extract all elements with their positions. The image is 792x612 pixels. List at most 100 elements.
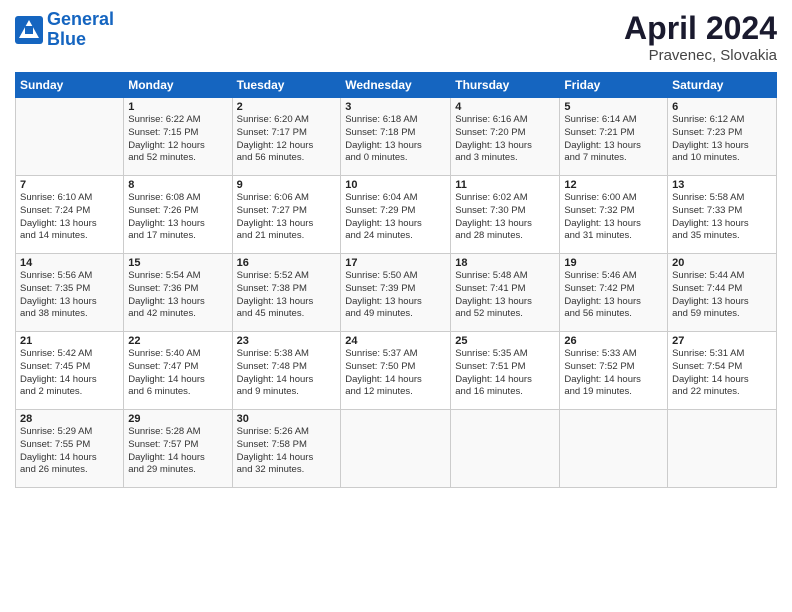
day-cell: 16Sunrise: 5:52 AM Sunset: 7:38 PM Dayli… [232,254,341,332]
day-number: 2 [237,101,337,113]
day-cell: 6Sunrise: 6:12 AM Sunset: 7:23 PM Daylig… [668,98,777,176]
day-cell [560,410,668,488]
day-cell: 20Sunrise: 5:44 AM Sunset: 7:44 PM Dayli… [668,254,777,332]
day-number: 30 [237,413,337,425]
day-number: 21 [20,335,119,347]
week-row: 14Sunrise: 5:56 AM Sunset: 7:35 PM Dayli… [16,254,777,332]
day-info: Sunrise: 5:33 AM Sunset: 7:52 PM Dayligh… [564,348,663,399]
day-info: Sunrise: 5:46 AM Sunset: 7:42 PM Dayligh… [564,270,663,321]
day-cell: 21Sunrise: 5:42 AM Sunset: 7:45 PM Dayli… [16,332,124,410]
logo-line2: Blue [47,29,86,49]
day-cell: 26Sunrise: 5:33 AM Sunset: 7:52 PM Dayli… [560,332,668,410]
day-cell: 11Sunrise: 6:02 AM Sunset: 7:30 PM Dayli… [451,176,560,254]
week-row: 7Sunrise: 6:10 AM Sunset: 7:24 PM Daylig… [16,176,777,254]
day-cell: 10Sunrise: 6:04 AM Sunset: 7:29 PM Dayli… [341,176,451,254]
day-cell: 14Sunrise: 5:56 AM Sunset: 7:35 PM Dayli… [16,254,124,332]
day-cell: 3Sunrise: 6:18 AM Sunset: 7:18 PM Daylig… [341,98,451,176]
day-info: Sunrise: 6:02 AM Sunset: 7:30 PM Dayligh… [455,192,555,243]
day-number: 8 [128,179,227,191]
day-number: 3 [345,101,446,113]
header-day: Wednesday [341,73,451,98]
day-number: 17 [345,257,446,269]
day-info: Sunrise: 6:14 AM Sunset: 7:21 PM Dayligh… [564,114,663,165]
day-cell: 18Sunrise: 5:48 AM Sunset: 7:41 PM Dayli… [451,254,560,332]
week-row: 1Sunrise: 6:22 AM Sunset: 7:15 PM Daylig… [16,98,777,176]
day-info: Sunrise: 5:29 AM Sunset: 7:55 PM Dayligh… [20,426,119,477]
day-info: Sunrise: 6:16 AM Sunset: 7:20 PM Dayligh… [455,114,555,165]
day-cell: 9Sunrise: 6:06 AM Sunset: 7:27 PM Daylig… [232,176,341,254]
logo: General Blue [15,10,114,50]
day-cell: 24Sunrise: 5:37 AM Sunset: 7:50 PM Dayli… [341,332,451,410]
calendar-table: SundayMondayTuesdayWednesdayThursdayFrid… [15,72,777,488]
day-number: 7 [20,179,119,191]
header-day: Thursday [451,73,560,98]
header: General Blue April 2024 Pravenec, Slovak… [15,10,777,64]
day-info: Sunrise: 5:50 AM Sunset: 7:39 PM Dayligh… [345,270,446,321]
day-number: 9 [237,179,337,191]
day-number: 1 [128,101,227,113]
day-info: Sunrise: 5:58 AM Sunset: 7:33 PM Dayligh… [672,192,772,243]
day-cell: 28Sunrise: 5:29 AM Sunset: 7:55 PM Dayli… [16,410,124,488]
day-cell: 4Sunrise: 6:16 AM Sunset: 7:20 PM Daylig… [451,98,560,176]
day-cell: 30Sunrise: 5:26 AM Sunset: 7:58 PM Dayli… [232,410,341,488]
day-info: Sunrise: 5:44 AM Sunset: 7:44 PM Dayligh… [672,270,772,321]
day-number: 28 [20,413,119,425]
day-number: 18 [455,257,555,269]
day-number: 6 [672,101,772,113]
day-number: 5 [564,101,663,113]
day-number: 13 [672,179,772,191]
day-cell: 17Sunrise: 5:50 AM Sunset: 7:39 PM Dayli… [341,254,451,332]
day-info: Sunrise: 6:22 AM Sunset: 7:15 PM Dayligh… [128,114,227,165]
day-number: 26 [564,335,663,347]
day-info: Sunrise: 6:04 AM Sunset: 7:29 PM Dayligh… [345,192,446,243]
day-info: Sunrise: 5:26 AM Sunset: 7:58 PM Dayligh… [237,426,337,477]
day-cell: 29Sunrise: 5:28 AM Sunset: 7:57 PM Dayli… [124,410,232,488]
calendar-page: General Blue April 2024 Pravenec, Slovak… [0,0,792,612]
day-cell [16,98,124,176]
header-day: Saturday [668,73,777,98]
day-number: 19 [564,257,663,269]
day-number: 27 [672,335,772,347]
day-info: Sunrise: 5:52 AM Sunset: 7:38 PM Dayligh… [237,270,337,321]
header-day: Tuesday [232,73,341,98]
day-info: Sunrise: 5:37 AM Sunset: 7:50 PM Dayligh… [345,348,446,399]
day-cell: 2Sunrise: 6:20 AM Sunset: 7:17 PM Daylig… [232,98,341,176]
day-number: 24 [345,335,446,347]
week-row: 28Sunrise: 5:29 AM Sunset: 7:55 PM Dayli… [16,410,777,488]
day-cell: 27Sunrise: 5:31 AM Sunset: 7:54 PM Dayli… [668,332,777,410]
day-cell: 15Sunrise: 5:54 AM Sunset: 7:36 PM Dayli… [124,254,232,332]
day-number: 29 [128,413,227,425]
week-row: 21Sunrise: 5:42 AM Sunset: 7:45 PM Dayli… [16,332,777,410]
day-number: 10 [345,179,446,191]
logo-line1: General [47,9,114,29]
day-info: Sunrise: 5:35 AM Sunset: 7:51 PM Dayligh… [455,348,555,399]
day-info: Sunrise: 6:00 AM Sunset: 7:32 PM Dayligh… [564,192,663,243]
day-info: Sunrise: 5:56 AM Sunset: 7:35 PM Dayligh… [20,270,119,321]
day-cell: 13Sunrise: 5:58 AM Sunset: 7:33 PM Dayli… [668,176,777,254]
day-number: 25 [455,335,555,347]
day-cell: 22Sunrise: 5:40 AM Sunset: 7:47 PM Dayli… [124,332,232,410]
header-day: Friday [560,73,668,98]
day-cell: 12Sunrise: 6:00 AM Sunset: 7:32 PM Dayli… [560,176,668,254]
day-cell: 7Sunrise: 6:10 AM Sunset: 7:24 PM Daylig… [16,176,124,254]
header-day: Sunday [16,73,124,98]
day-cell: 1Sunrise: 6:22 AM Sunset: 7:15 PM Daylig… [124,98,232,176]
day-info: Sunrise: 5:31 AM Sunset: 7:54 PM Dayligh… [672,348,772,399]
day-info: Sunrise: 6:18 AM Sunset: 7:18 PM Dayligh… [345,114,446,165]
logo-text: General Blue [47,10,114,50]
day-info: Sunrise: 5:48 AM Sunset: 7:41 PM Dayligh… [455,270,555,321]
day-cell: 23Sunrise: 5:38 AM Sunset: 7:48 PM Dayli… [232,332,341,410]
day-number: 12 [564,179,663,191]
day-cell [451,410,560,488]
day-info: Sunrise: 6:10 AM Sunset: 7:24 PM Dayligh… [20,192,119,243]
day-number: 4 [455,101,555,113]
day-info: Sunrise: 5:42 AM Sunset: 7:45 PM Dayligh… [20,348,119,399]
day-cell: 19Sunrise: 5:46 AM Sunset: 7:42 PM Dayli… [560,254,668,332]
day-cell: 5Sunrise: 6:14 AM Sunset: 7:21 PM Daylig… [560,98,668,176]
logo-icon [15,16,43,44]
day-info: Sunrise: 6:12 AM Sunset: 7:23 PM Dayligh… [672,114,772,165]
day-number: 20 [672,257,772,269]
day-number: 14 [20,257,119,269]
day-info: Sunrise: 6:06 AM Sunset: 7:27 PM Dayligh… [237,192,337,243]
day-info: Sunrise: 5:40 AM Sunset: 7:47 PM Dayligh… [128,348,227,399]
